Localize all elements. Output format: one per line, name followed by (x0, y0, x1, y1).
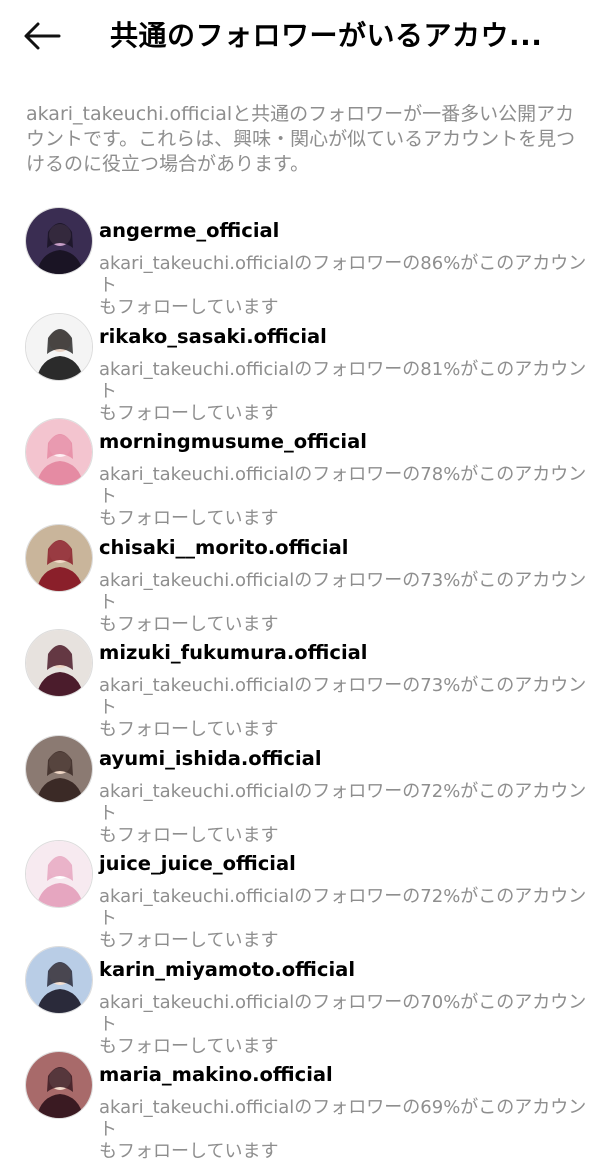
account-username[interactable]: ayumi_ishida.official (99, 746, 322, 772)
back-button[interactable] (20, 14, 64, 58)
description-text: akari_takeuchi.officialと共通のフォロワーが一番多い公開ア… (26, 103, 576, 175)
account-username[interactable]: mizuki_fukumura.official (99, 640, 367, 666)
avatar[interactable] (25, 945, 93, 1014)
account-username[interactable]: juice_juice_official (99, 851, 296, 877)
follower-overlap-text: akari_takeuchi.officialのフォロワーの73%がこのアカウン… (99, 570, 594, 636)
account-row[interactable]: ayumi_ishida.official akari_takeuchi.offi… (0, 734, 600, 846)
follower-overlap-text: akari_takeuchi.officialのフォロワーの72%がこのアカウン… (99, 886, 594, 952)
account-username[interactable]: morningmusume_official (99, 429, 367, 455)
avatar[interactable] (25, 207, 93, 275)
avatar[interactable] (25, 523, 93, 592)
follower-overlap-line: akari_takeuchi.officialのフォロワーの69%がこのアカウン… (99, 1097, 587, 1140)
follower-overlap-text: akari_takeuchi.officialのフォロワーの69%がこのアカウン… (99, 1097, 594, 1163)
account-row[interactable]: juice_juice_official akari_takeuchi.offic… (0, 839, 600, 951)
account-row[interactable]: morningmusume_official akari_takeuchi.off… (0, 417, 600, 529)
page-title: 共通のフォロワーがいるアカウ... (110, 19, 543, 52)
account-username[interactable]: maria_makino.official (99, 1062, 333, 1088)
follower-overlap-text: akari_takeuchi.officialのフォロワーの73%がこのアカウン… (99, 675, 594, 741)
account-username[interactable]: angerme_official (99, 218, 279, 244)
follower-overlap-line: akari_takeuchi.officialのフォロワーの72%がこのアカウン… (99, 886, 587, 929)
avatar[interactable] (25, 418, 93, 486)
top-bar: 共通のフォロワーがいるアカウ... (0, 0, 600, 72)
account-row[interactable]: mizuki_fukumura.official akari_takeuchi.o… (0, 628, 600, 740)
account-row[interactable]: maria_makino.official akari_takeuchi.offi… (0, 1050, 600, 1162)
follower-overlap-line: akari_takeuchi.officialのフォロワーの70%がこのアカウン… (99, 991, 587, 1035)
follower-overlap-line: akari_takeuchi.officialのフォロワーの78%がこのアカウン… (99, 464, 587, 507)
follower-overlap-line: akari_takeuchi.officialのフォロワーの72%がこのアカウン… (99, 780, 587, 824)
arrow-left-icon (24, 22, 61, 50)
avatar[interactable] (25, 1051, 93, 1119)
account-username[interactable]: chisaki__morito.official (99, 535, 348, 561)
account-row[interactable]: rikako_sasaki.official akari_takeuchi.off… (0, 312, 600, 424)
follower-overlap-line: akari_takeuchi.officialのフォロワーの81%がこのアカウン… (99, 358, 587, 402)
avatar[interactable] (25, 840, 93, 908)
follower-overlap-text: akari_takeuchi.officialのフォロワーの70%がこのアカウン… (99, 992, 594, 1058)
follower-overlap-line: もフォローしています (99, 1141, 279, 1162)
follower-overlap-text: akari_takeuchi.officialのフォロワーの86%がこのアカウン… (99, 253, 594, 319)
account-list: angerme_official akari_takeuchi.officialの… (0, 206, 600, 1162)
account-row[interactable]: chisaki__morito.official akari_takeuchi.o… (0, 523, 600, 635)
account-row[interactable]: karin_miyamoto.official akari_takeuchi.of… (0, 945, 600, 1057)
avatar[interactable] (25, 734, 93, 803)
follower-overlap-line: akari_takeuchi.officialのフォロワーの73%がこのアカウン… (99, 569, 587, 613)
follower-overlap-line: akari_takeuchi.officialのフォロワーの73%がこのアカウン… (99, 675, 587, 718)
follower-overlap-line: akari_takeuchi.officialのフォロワーの86%がこのアカウン… (99, 253, 587, 296)
follower-overlap-text: akari_takeuchi.officialのフォロワーの78%がこのアカウン… (99, 464, 594, 530)
account-username[interactable]: rikako_sasaki.official (99, 324, 327, 350)
avatar[interactable] (25, 312, 93, 381)
follower-overlap-text: akari_takeuchi.officialのフォロワーの72%がこのアカウン… (99, 781, 594, 847)
avatar[interactable] (25, 629, 93, 697)
account-username[interactable]: karin_miyamoto.official (99, 957, 355, 983)
account-row[interactable]: angerme_official akari_takeuchi.officialの… (0, 206, 600, 318)
follower-overlap-text: akari_takeuchi.officialのフォロワーの81%がこのアカウン… (99, 359, 594, 425)
